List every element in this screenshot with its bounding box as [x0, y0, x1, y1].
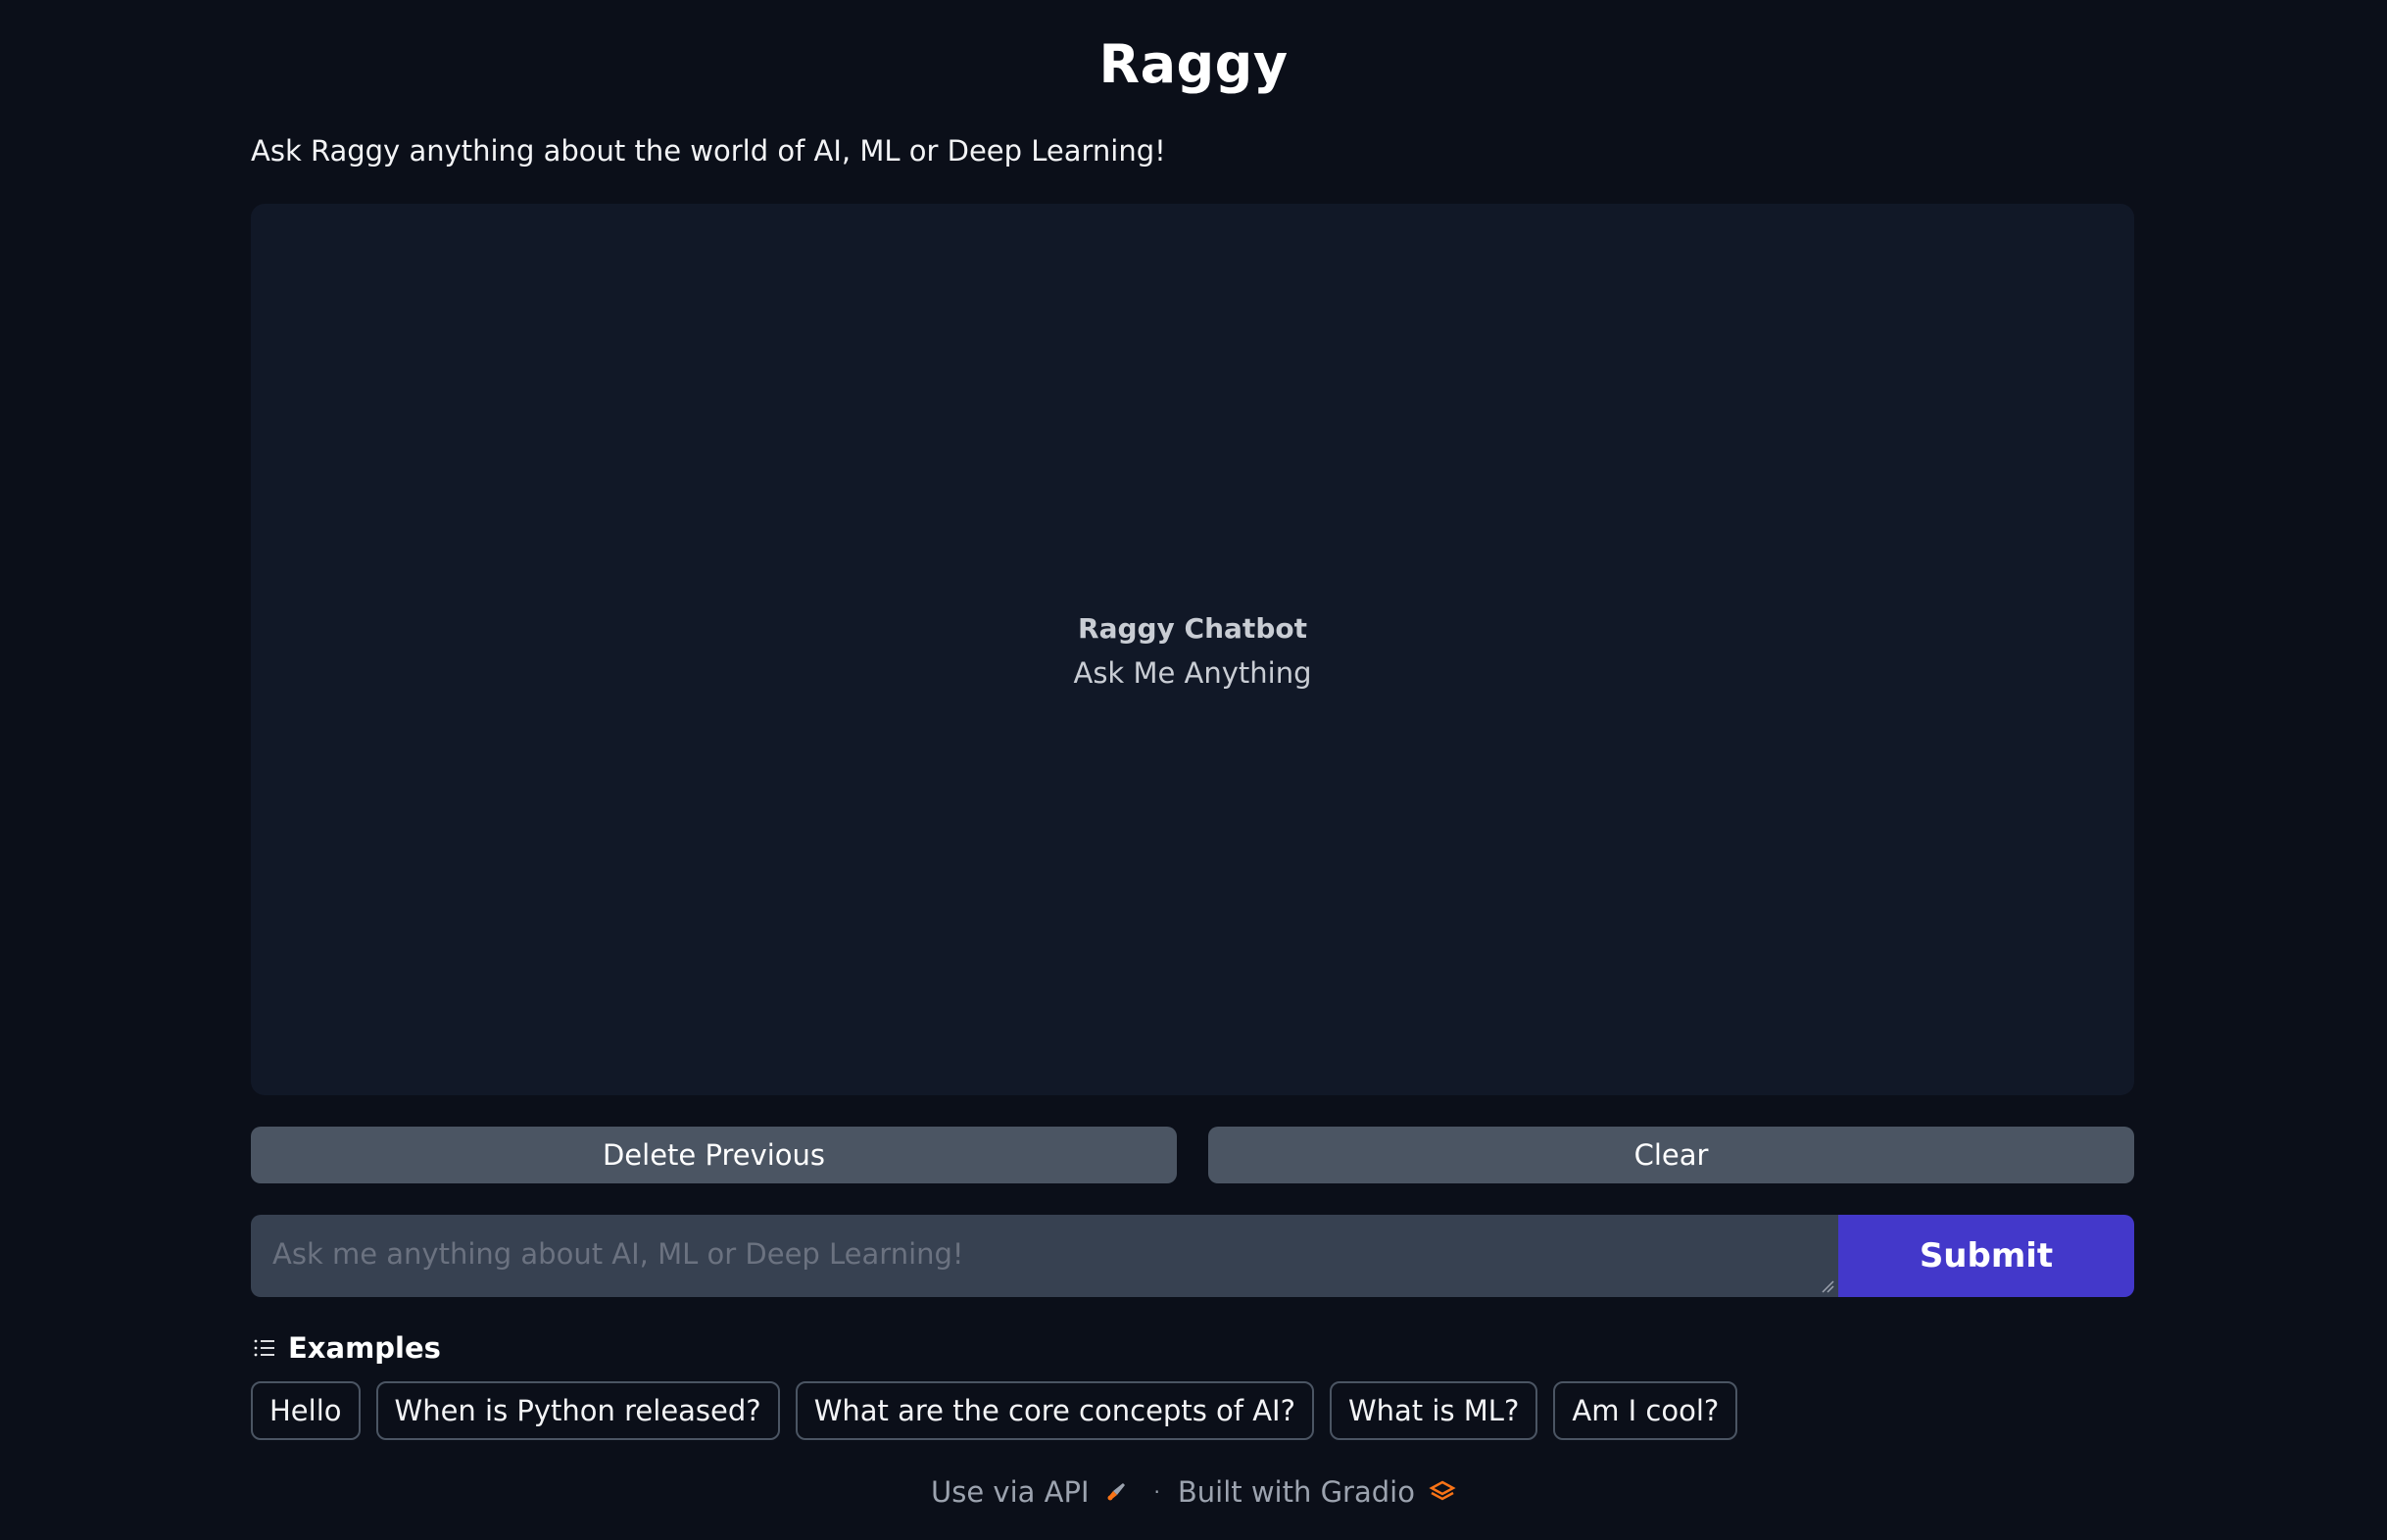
- gradio-logo-icon: [1429, 1479, 1456, 1505]
- rocket-icon: [1103, 1479, 1129, 1505]
- example-chip[interactable]: Hello: [251, 1381, 361, 1440]
- clear-button[interactable]: Clear: [1208, 1127, 2134, 1183]
- app-root: Raggy Ask Raggy anything about the world…: [0, 0, 2387, 1540]
- example-chip[interactable]: What is ML?: [1329, 1381, 1538, 1440]
- examples-header: Examples: [253, 1328, 441, 1368]
- chatbot-panel[interactable]: Raggy Chatbot Ask Me Anything: [251, 204, 2134, 1095]
- delete-previous-button[interactable]: Delete Previous: [251, 1127, 1177, 1183]
- page-title: Raggy: [1098, 33, 1289, 95]
- footer: Use via API · Built with Gradio: [0, 1469, 2387, 1515]
- built-with-gradio-link[interactable]: Built with Gradio: [1178, 1475, 1415, 1509]
- footer-separator: ·: [1153, 1480, 1160, 1504]
- message-input-row: Submit: [251, 1215, 2134, 1297]
- use-via-api-link[interactable]: Use via API: [931, 1475, 1089, 1509]
- message-input[interactable]: [270, 1215, 1823, 1293]
- example-chip[interactable]: Am I cool?: [1553, 1381, 1738, 1440]
- list-icon: [254, 1339, 274, 1357]
- example-chip[interactable]: What are the core concepts of AI?: [795, 1381, 1314, 1440]
- submit-button[interactable]: Submit: [1838, 1215, 2134, 1297]
- message-input-container: [251, 1215, 1838, 1297]
- examples-label: Examples: [288, 1331, 441, 1365]
- resize-handle-icon[interactable]: [1821, 1279, 1834, 1293]
- chatbot-placeholder-title: Raggy Chatbot: [1078, 612, 1307, 645]
- example-chip[interactable]: When is Python released?: [375, 1381, 780, 1440]
- page-description: Ask Raggy anything about the world of AI…: [251, 134, 1166, 168]
- chatbot-placeholder-subtitle: Ask Me Anything: [1073, 656, 1312, 690]
- chatbot-placeholder: Raggy Chatbot Ask Me Anything: [251, 607, 2134, 696]
- examples-list: Hello When is Python released? What are …: [251, 1381, 1738, 1440]
